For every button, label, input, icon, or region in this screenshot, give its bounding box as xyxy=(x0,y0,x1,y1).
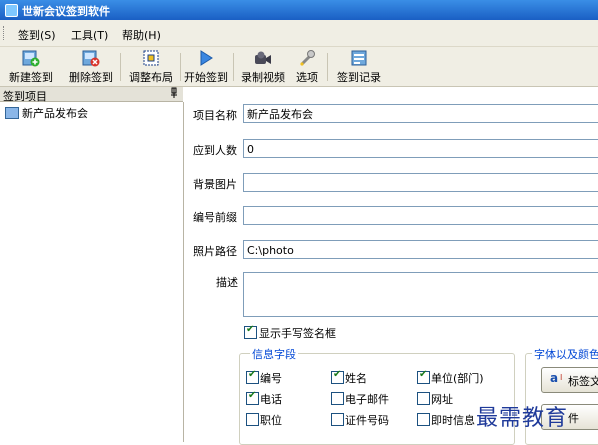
field-phone-label: 电话 xyxy=(260,393,282,406)
record-icon xyxy=(350,49,368,67)
record-video-button[interactable]: 录制视频 xyxy=(238,49,288,85)
field-id-number-checkbox[interactable] xyxy=(331,413,344,426)
font-icon-mark: I xyxy=(560,373,563,382)
camera-icon xyxy=(254,49,272,67)
pin-icon[interactable] xyxy=(170,87,178,102)
font-icon: a xyxy=(550,371,559,385)
options-label: 选项 xyxy=(296,71,318,84)
field-phone-checkbox[interactable] xyxy=(246,390,259,405)
project-name-field[interactable]: 新产品发布会 xyxy=(243,104,598,123)
start-signin-label: 开始签到 xyxy=(184,71,228,84)
field-number-label: 编号 xyxy=(260,372,282,385)
new-signin-icon xyxy=(22,49,40,67)
field-number-checkbox[interactable] xyxy=(246,369,259,384)
field-email-checkbox[interactable] xyxy=(331,392,344,405)
menu-bar: 签到(S) 工具(T) 帮助(H) xyxy=(0,20,598,47)
photo-path-label: 照片路径 xyxy=(193,245,237,258)
field-im-label: 即时信息 xyxy=(431,414,475,427)
background-image-label: 背景图片 xyxy=(193,178,237,191)
project-tree: 新产品发布会 xyxy=(0,102,184,442)
options-button[interactable]: 选项 xyxy=(293,49,321,85)
wrench-icon xyxy=(298,49,316,67)
toolbar-separator xyxy=(233,53,234,81)
record-video-label: 录制视频 xyxy=(241,71,285,84)
watermark-text: 最需教育 xyxy=(476,406,569,431)
adjust-layout-button[interactable]: 调整布局 xyxy=(124,49,178,85)
field-name-label: 姓名 xyxy=(345,372,367,385)
label-font-button-label: 标签文 xyxy=(568,375,598,388)
menu-grip xyxy=(3,26,6,40)
photo-path-field[interactable]: C:\photo xyxy=(243,240,598,259)
field-position-label: 职位 xyxy=(260,414,282,427)
number-prefix-label: 编号前缀 xyxy=(193,211,237,224)
delete-signin-icon xyxy=(82,49,100,67)
font-color-title: 字体以及颜色 xyxy=(532,346,598,362)
description-label: 描述 xyxy=(216,276,238,289)
project-name-label: 项目名称 xyxy=(193,109,237,122)
toolbar-separator xyxy=(327,53,328,81)
show-signature-label: 显示手写签名框 xyxy=(259,327,336,340)
info-fields-title: 信息字段 xyxy=(250,346,298,362)
description-textarea[interactable] xyxy=(243,272,598,317)
field-website-checkbox[interactable] xyxy=(417,392,430,405)
menu-help[interactable]: 帮助(H) xyxy=(122,27,161,43)
left-panel-header: 签到项目 xyxy=(0,87,183,103)
signin-record-label: 签到记录 xyxy=(337,71,381,84)
item-font-button-label: 件 xyxy=(568,412,579,425)
expected-count-field[interactable]: 0 xyxy=(243,139,598,158)
signin-record-button[interactable]: 签到记录 xyxy=(334,49,384,85)
field-website-label: 网址 xyxy=(431,393,453,406)
field-unit-checkbox[interactable] xyxy=(417,369,430,384)
window-title: 世新会议签到软件 xyxy=(22,5,110,18)
project-icon xyxy=(5,107,19,119)
app-icon xyxy=(5,4,18,17)
toolbar: 新建签到 删除签到 调整布局 开始签到 录制视频 选项 签到记录 xyxy=(0,47,598,87)
field-unit-label: 单位(部门) xyxy=(431,372,484,385)
field-position-checkbox[interactable] xyxy=(246,413,259,426)
new-signin-button[interactable]: 新建签到 xyxy=(4,49,58,85)
menu-signin[interactable]: 签到(S) xyxy=(18,27,56,43)
toolbar-separator xyxy=(120,53,121,81)
background-image-field[interactable] xyxy=(243,173,598,192)
number-prefix-field[interactable] xyxy=(243,206,598,225)
new-signin-label: 新建签到 xyxy=(9,71,53,84)
field-name-checkbox[interactable] xyxy=(331,369,344,384)
tree-item-label: 新产品发布会 xyxy=(22,107,88,120)
field-im-checkbox[interactable] xyxy=(417,413,430,426)
label-font-button[interactable]: a I 标签文 xyxy=(541,367,598,393)
toolbar-separator xyxy=(180,53,181,81)
field-email-label: 电子邮件 xyxy=(345,393,389,406)
adjust-layout-label: 调整布局 xyxy=(129,71,173,84)
play-icon xyxy=(197,49,215,67)
delete-signin-label: 删除签到 xyxy=(69,71,113,84)
expected-count-label: 应到人数 xyxy=(193,144,237,157)
layout-icon xyxy=(142,49,160,67)
delete-signin-button[interactable]: 删除签到 xyxy=(64,49,118,85)
show-signature-checkbox[interactable] xyxy=(244,324,257,339)
menu-tools[interactable]: 工具(T) xyxy=(71,27,108,43)
title-bar: 世新会议签到软件 xyxy=(0,0,598,20)
start-signin-button[interactable]: 开始签到 xyxy=(183,49,229,85)
field-id-number-label: 证件号码 xyxy=(345,414,389,427)
